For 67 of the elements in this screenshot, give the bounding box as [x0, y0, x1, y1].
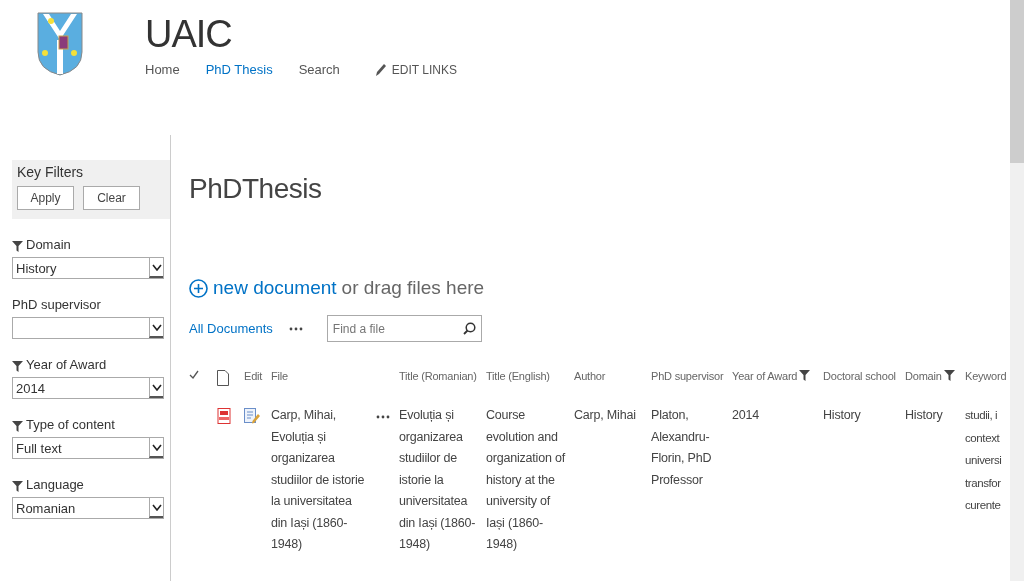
keyword-line: transfor: [965, 475, 1002, 491]
table-cell-text: Evoluția și organizarea studiilor de istorie la universitatea din Iași (1860-1948): [399, 407, 477, 553]
chevron-icon: [151, 443, 162, 451]
keyword-line: context: [965, 430, 1001, 446]
drag-hint: or drag files here: [341, 277, 485, 299]
column-header[interactable]: Keyword: [965, 370, 1007, 382]
chevron-icon: [151, 503, 162, 511]
check-icon[interactable]: [189, 370, 199, 379]
table-cell-text: History: [823, 407, 862, 424]
ellipsis-icon[interactable]: [376, 415, 390, 419]
chevron-icon: [151, 263, 162, 271]
filter-label: Language: [26, 477, 84, 492]
chevron-icon: [151, 383, 162, 391]
filter-button[interactable]: Clear: [83, 186, 140, 210]
funnel-icon: [799, 370, 811, 381]
funnel-icon: [12, 421, 23, 432]
file-cell[interactable]: Carp, Mihai, Evoluția și organizarea studiilor de istorie la universitatea din Iași (1860-1948): [271, 404, 376, 556]
nav-link[interactable]: Home: [145, 62, 180, 77]
add-icon[interactable]: [189, 278, 208, 298]
table-cell-text: Platon, Alexandru-Florin, PhD Professor: [651, 407, 713, 489]
funnel-icon: [943, 370, 955, 381]
column-header[interactable]: Author: [574, 370, 606, 382]
filter-dropdown[interactable]: Romanian: [12, 497, 164, 519]
site-title: UAIC: [145, 12, 233, 56]
new-document-link[interactable]: new document: [213, 277, 337, 299]
filter-button[interactable]: Apply: [17, 186, 74, 210]
edit-icon[interactable]: [244, 408, 260, 424]
scrollbar[interactable]: [1010, 0, 1024, 581]
filter-label: Domain: [26, 237, 71, 252]
column-header[interactable]: Year of Award: [732, 370, 798, 382]
funnel-icon: [12, 481, 23, 492]
view-link[interactable]: All Documents: [189, 321, 273, 336]
funnel-icon: [12, 241, 23, 252]
panel-title: Key Filters: [17, 164, 85, 180]
crest-logo: [37, 12, 83, 76]
page-title: PhDThesis: [189, 173, 323, 205]
filter-dropdown[interactable]: Full text: [12, 437, 164, 459]
column-header[interactable]: Title (English): [486, 370, 550, 382]
document-icon: [217, 370, 229, 386]
funnel-icon: [12, 361, 23, 372]
ellipsis-icon[interactable]: [288, 326, 303, 331]
table-cell-text: Course evolution and organization of history at the university of Iași (1860-1948): [486, 407, 567, 553]
column-header[interactable]: Domain: [905, 370, 942, 382]
search-icon[interactable]: [462, 322, 476, 335]
edit-links-link[interactable]: EDIT LINKS: [375, 62, 457, 77]
table-cell-text: Carp, Mihai: [574, 407, 637, 424]
pencil-icon: [375, 63, 386, 76]
filter-dropdown[interactable]: History: [12, 257, 164, 279]
table-cell-text: 2014: [732, 407, 760, 424]
nav-link[interactable]: Search: [298, 62, 340, 77]
filter-label: Type of content: [26, 417, 115, 432]
pdf-icon[interactable]: [217, 408, 231, 424]
column-header[interactable]: PhD supervisor: [651, 370, 724, 382]
filter-label: Year of Award: [26, 357, 107, 372]
filter-dropdown[interactable]: 2014: [12, 377, 164, 399]
keyword-line: universi: [965, 453, 1003, 468]
nav-link[interactable]: PhD Thesis: [205, 62, 273, 77]
chevron-icon: [151, 323, 162, 331]
table-cell-text: History: [905, 407, 944, 424]
keyword-line: studii, i: [965, 408, 999, 423]
column-header[interactable]: File: [271, 370, 288, 382]
keyword-line: curente: [965, 498, 1002, 513]
filter-label: PhD supervisor: [12, 297, 101, 312]
search-field[interactable]: Find a file: [326, 315, 482, 342]
column-header[interactable]: Doctoral school: [823, 370, 896, 382]
column-header[interactable]: Title (Romanian): [399, 370, 477, 382]
column-header[interactable]: Edit: [244, 370, 263, 382]
